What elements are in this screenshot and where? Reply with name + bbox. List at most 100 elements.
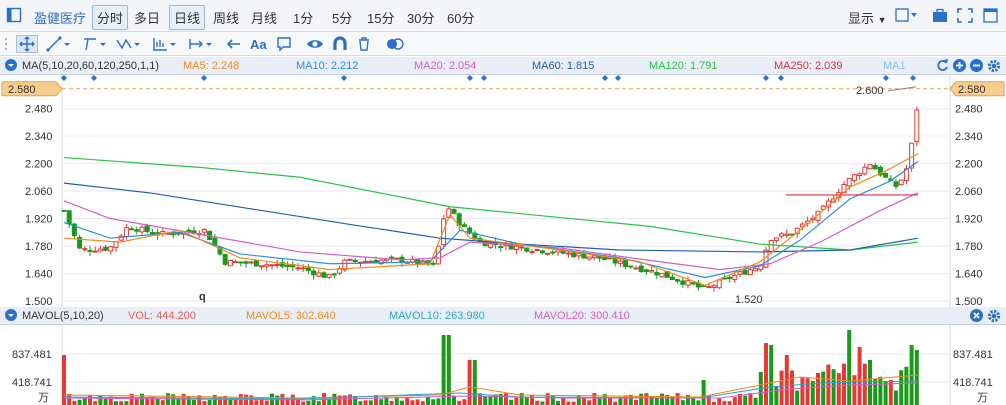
trash-icon[interactable]	[356, 35, 372, 53]
volume-bar	[618, 397, 623, 405]
fullscreen-icon[interactable]	[957, 8, 973, 26]
volume-bar	[457, 400, 462, 405]
close-icon[interactable]	[970, 309, 983, 325]
price-axis-label-left: 1.500	[25, 296, 53, 307]
candle-body	[768, 239, 774, 252]
price-axis-label-right: 1.780	[955, 241, 983, 253]
volume-bar	[389, 401, 394, 405]
volume-bar	[400, 400, 404, 405]
volume-bar	[483, 396, 488, 405]
volume-bar	[72, 400, 77, 405]
settings-gear-icon[interactable]	[987, 59, 1001, 76]
range-tool-icon[interactable]	[188, 35, 214, 53]
price-axis-label-right: 1.640	[955, 269, 983, 281]
candle-body	[82, 248, 88, 251]
volume-bar	[472, 360, 477, 405]
refresh-icon[interactable]	[936, 59, 949, 75]
candle-body	[737, 271, 743, 275]
volume-bar	[691, 397, 696, 405]
volume-bar	[452, 395, 456, 405]
collapse-icon[interactable]	[5, 309, 17, 324]
move-tool-icon[interactable]	[16, 35, 38, 53]
volume-bar	[727, 401, 732, 405]
ma5-line	[63, 153, 919, 287]
tab-period-6[interactable]: 5分	[332, 8, 352, 27]
note-tool-icon[interactable]	[276, 35, 292, 53]
add-icon[interactable]	[953, 59, 966, 75]
tab-period-5[interactable]: 1分	[293, 8, 313, 27]
fib-tool-icon[interactable]	[152, 35, 178, 53]
candle-body	[659, 272, 665, 278]
volume-chart[interactable]: 837.481 837.481 418.741 418.741 万 万	[0, 325, 1006, 405]
price-chart[interactable]: 2.480 2.480 2.340 2.340 2.200 2.200 2.060 2.060…	[0, 75, 1006, 307]
tab-period-3[interactable]: 周线	[213, 8, 239, 27]
maximize-icon[interactable]	[983, 8, 999, 26]
tab-period-4[interactable]: 月线	[251, 8, 277, 27]
stock-name[interactable]: 盈健医疗	[34, 8, 86, 27]
display-menu[interactable]: 显示 ▼	[848, 8, 887, 27]
volume-bar	[654, 398, 659, 405]
volume-bar	[842, 363, 846, 405]
candle-body	[690, 282, 696, 285]
remove-icon[interactable]	[970, 59, 983, 75]
price-axis-label-left: 2.200	[25, 158, 53, 170]
candle-body	[539, 250, 545, 254]
candle-body	[352, 259, 358, 263]
wave-tool-icon[interactable]	[116, 35, 142, 53]
toolbox-icon[interactable]	[932, 8, 948, 26]
candle-body	[295, 267, 301, 270]
mavol-indicator-label[interactable]: MAVOL(5,10,20)	[22, 310, 104, 322]
candle-body	[87, 249, 93, 252]
ma-indicator-label[interactable]: MA(5,10,20,60,120,250,1,1)	[22, 60, 159, 72]
event-marker-icon	[341, 75, 347, 81]
candle-body	[649, 270, 655, 273]
display-label: 显示	[848, 11, 875, 26]
layout-icon[interactable]	[895, 8, 919, 26]
candle-body	[149, 232, 155, 235]
volume-bar	[769, 345, 774, 405]
event-marker-icon	[602, 75, 608, 81]
volume-bar	[160, 400, 165, 405]
candle-body	[571, 252, 577, 258]
collapse-icon[interactable]	[5, 59, 17, 74]
candle-body	[628, 265, 634, 268]
ma10-line	[63, 161, 919, 279]
volume-bar	[779, 370, 784, 405]
volume-bar	[186, 396, 191, 405]
tab-period-7[interactable]: 15分	[367, 8, 394, 27]
candle-body	[654, 272, 660, 276]
candle-body	[92, 250, 98, 253]
candle-body	[430, 262, 436, 265]
panel-toggle-icon[interactable]	[6, 7, 22, 26]
settings-gear-icon[interactable]	[987, 309, 1001, 326]
tab-period-2[interactable]: 日线	[169, 5, 206, 30]
tab-period-0[interactable]: 分时	[92, 5, 129, 30]
magnet-icon[interactable]	[332, 35, 348, 53]
tab-period-1[interactable]: 多日	[134, 8, 160, 27]
text-tool-icon[interactable]: Aa	[250, 35, 267, 53]
layer-icon[interactable]	[386, 35, 404, 53]
volume-bar	[134, 398, 139, 405]
volume-bar	[764, 343, 768, 405]
candle-body	[732, 274, 738, 280]
vol-panel-header: MAVOL(5,10,20) VOL: 444.200 MAVOL5: 302.…	[0, 307, 1006, 325]
arrow-tool-icon[interactable]	[226, 35, 242, 53]
volume-bar	[415, 399, 420, 405]
top-bar: 盈健医疗 分时 多日 日线 周线 月线 1分 5分 15分 30分 60分 显示…	[0, 0, 1006, 32]
volume-bar	[810, 380, 815, 405]
tab-period-9[interactable]: 60分	[447, 8, 474, 27]
volume-bar	[566, 401, 571, 405]
volume-bar	[805, 378, 810, 405]
eye-icon[interactable]	[306, 35, 324, 53]
volume-bar	[103, 399, 108, 405]
candle-body	[248, 261, 254, 264]
drawing-toolbar: Aa	[0, 32, 1006, 56]
mavol20-value: MAVOL20: 300.410	[534, 310, 630, 322]
volume-bar	[394, 397, 399, 405]
volume-bar	[467, 360, 472, 405]
channel-tool-icon[interactable]	[82, 35, 108, 53]
tab-period-8[interactable]: 30分	[407, 8, 434, 27]
event-marker-icon	[467, 75, 473, 81]
line-tool-icon[interactable]	[46, 35, 72, 53]
volume-bar	[254, 400, 259, 405]
